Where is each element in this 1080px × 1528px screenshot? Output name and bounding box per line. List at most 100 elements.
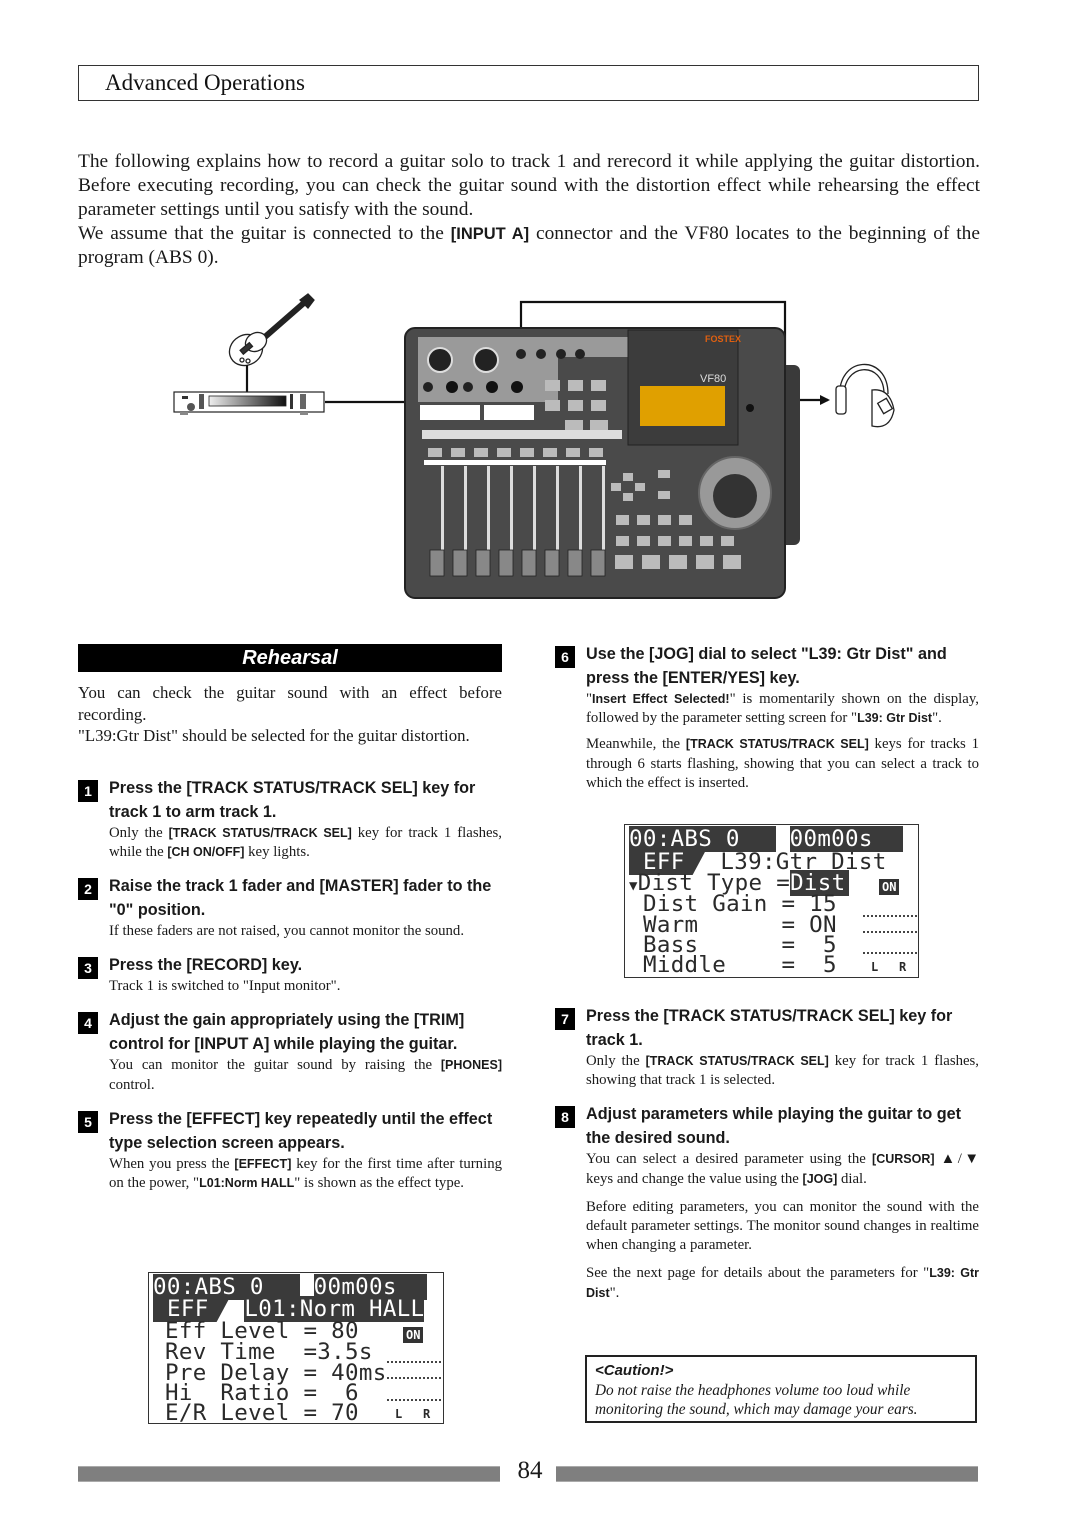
step-8: 8 Adjust parameters while playing the gu…: [555, 1102, 979, 1302]
text-run: Before editing parameters, you can monit…: [586, 1198, 979, 1254]
step-number: 1: [78, 779, 98, 802]
key-label: [TRACK STATUS/TRACK SEL]: [645, 1054, 829, 1068]
step-number: 7: [555, 1008, 575, 1030]
meter-dots: [863, 915, 917, 917]
step-title: Use the [JOG] dial to select "L39: Gtr D…: [586, 645, 947, 687]
meter-dots: [387, 1361, 441, 1363]
lcd-screen-gtr-dist: 00:ABS 0 00m00s EFF L39:Gtr Dist ▼Dist T…: [624, 824, 919, 978]
step-title: Press the [RECORD] key.: [109, 956, 303, 975]
step-4: 4 Adjust the gain appropriately using th…: [78, 1008, 502, 1094]
intro-paragraph-2: We assume that the guitar is connected t…: [78, 222, 980, 270]
key-label: [CURSOR]: [872, 1152, 935, 1167]
step-title: Adjust parameters while playing the guit…: [586, 1105, 962, 1148]
text-run: You can monitor the guitar sound by rais…: [109, 1057, 441, 1074]
step-body: Before editing parameters, you can monit…: [586, 1198, 979, 1256]
section-banner-rehearsal: Rehearsal: [78, 644, 502, 672]
step-title: Adjust the gain appropriately using the …: [109, 1011, 465, 1054]
multitrack-recorder-icon: FOSTEX VF80: [404, 327, 800, 599]
footer-bar-right: [556, 1466, 978, 1482]
headphones-icon: [835, 363, 895, 428]
key-label: Insert Effect Selected!: [592, 692, 730, 706]
page-number: 84: [517, 1457, 543, 1484]
intro-text-run: We assume that the guitar is connected t…: [78, 223, 451, 244]
step-body: If these faders are not raised, you cann…: [109, 922, 502, 941]
meter-label-left: L: [871, 960, 879, 974]
connection-illustration: FOSTEX VF80: [160, 290, 920, 610]
step-1: 1 Press the [TRACK STATUS/TRACK SEL] key…: [78, 776, 502, 862]
text-run: key lights.: [244, 843, 310, 860]
step-body: You can monitor the guitar sound by rais…: [109, 1056, 502, 1094]
step-title: Press the [TRACK STATUS/TRACK SEL] key f…: [586, 1007, 953, 1049]
section-intro-1: You can check the guitar sound with an e…: [78, 683, 502, 724]
effect-processor-icon: [173, 391, 325, 415]
footer-bar-left: [78, 1466, 500, 1482]
step-number: 4: [78, 1012, 98, 1035]
right-column: 6 Use the [JOG] dial to select "L39: Gtr…: [555, 642, 979, 793]
text-run: You can select a desired parameter using…: [586, 1151, 873, 1168]
page-header-title: Advanced Operations: [105, 70, 305, 95]
intro-paragraph-1: The following explains how to record a g…: [78, 151, 980, 220]
caution-body: Do not raise the headphones volume too l…: [595, 1382, 918, 1418]
step-number: 8: [555, 1106, 575, 1129]
text-run: When you press the: [109, 1155, 235, 1172]
step-title: Press the [TRACK STATUS/TRACK SEL] key f…: [109, 778, 476, 821]
key-label-input-a: [INPUT A]: [450, 225, 530, 243]
step-title: Raise the track 1 fader and [MASTER] fad…: [109, 876, 492, 919]
step-number: 3: [78, 957, 98, 980]
key-label: [JOG]: [802, 1171, 838, 1186]
lcd-on-badge: ON: [879, 879, 900, 895]
key-label: [EFFECT]: [234, 1156, 292, 1171]
text-run: Meanwhile, the: [586, 736, 686, 753]
text-run: " is shown as the effect type.: [294, 1174, 464, 1191]
key-label: [TRACK STATUS/TRACK SEL]: [685, 737, 869, 752]
brand-logo: FOSTEX: [705, 334, 741, 344]
step-2: 2 Raise the track 1 fader and [MASTER] f…: [78, 874, 502, 941]
arrow-icon: [820, 395, 830, 405]
intro-text: The following explains how to record a g…: [78, 150, 980, 270]
key-label: L39: Gtr Dist: [857, 711, 933, 726]
key-label: [TRACK STATUS/TRACK SEL]: [168, 825, 352, 840]
lcd-screen-norm-hall: 00:ABS 0 00m00s EFF L01:Norm HALL Eff Le…: [148, 1272, 444, 1424]
text-run: See the next page for details about the …: [586, 1265, 930, 1282]
text-run: control.: [109, 1076, 155, 1093]
step-number: 5: [78, 1110, 98, 1133]
guitar-icon: [228, 293, 315, 367]
text-run: Track 1 is switched to "Input monitor".: [109, 978, 341, 995]
lcd-screen: [640, 386, 725, 426]
meter-dots: [387, 1377, 441, 1379]
caution-title: <Caution!>: [595, 1362, 674, 1379]
lcd-on-badge: ON: [403, 1327, 424, 1343]
key-label: L01:Norm HALL: [199, 1175, 295, 1190]
key-label: [CH ON/OFF]: [167, 844, 245, 859]
key-label: [PHONES]: [440, 1058, 502, 1073]
step-5: 5 Press the [EFFECT] key repeatedly unti…: [78, 1107, 502, 1193]
section-intro-2: "L39:Gtr Dist" should be selected for th…: [78, 726, 470, 745]
text-run: Only the: [109, 824, 169, 841]
meter-dots: [863, 931, 917, 933]
meter-label-left: L: [395, 1407, 403, 1421]
meter-label-right: R: [899, 960, 907, 974]
text-run: ".: [932, 710, 942, 727]
step-body: See the next page for details about the …: [586, 1264, 979, 1302]
connection-diagram: FOSTEX VF80: [173, 293, 895, 599]
meter-dots: [387, 1399, 441, 1401]
step-number: 6: [555, 646, 575, 668]
step-body: Only the [TRACK STATUS/TRACK SEL] key fo…: [586, 1052, 979, 1090]
lcd-cursor-icon: ▼: [629, 878, 638, 894]
meter-dots: [863, 952, 917, 954]
step-6: 6 Use the [JOG] dial to select "L39: Gtr…: [555, 642, 979, 793]
step-body: Meanwhile, the [TRACK STATUS/TRACK SEL] …: [586, 735, 979, 793]
caution-box: <Caution!> Do not raise the headphones v…: [585, 1355, 977, 1423]
step-body: Only the [TRACK STATUS/TRACK SEL] key fo…: [109, 824, 502, 862]
lcd-equals: =: [781, 952, 796, 978]
page-header: Advanced Operations: [78, 65, 979, 101]
model-label: VF80: [700, 373, 726, 385]
lcd-param-label: Middle: [643, 952, 782, 978]
step-body: "Insert Effect Selected!" is momentarily…: [586, 690, 979, 728]
meter-label-right: R: [423, 1407, 431, 1421]
step-body: You can select a desired parameter using…: [586, 1150, 979, 1188]
right-column-lower: 7 Press the [TRACK STATUS/TRACK SEL] key…: [555, 1004, 979, 1303]
step-7: 7 Press the [TRACK STATUS/TRACK SEL] key…: [555, 1004, 979, 1090]
lcd-param-row: E/R Level = 70: [165, 1400, 359, 1426]
lcd-param-value: 5: [795, 952, 837, 978]
